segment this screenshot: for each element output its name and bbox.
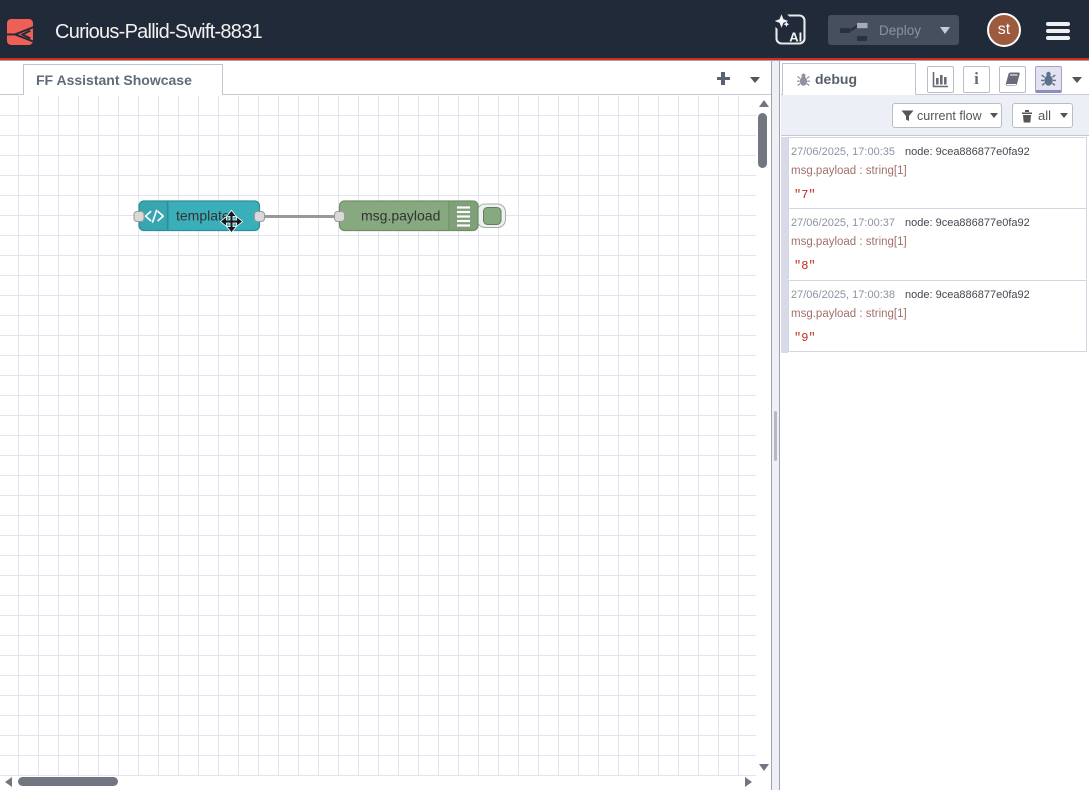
svg-text:AI: AI xyxy=(789,29,802,44)
svg-text:msg.payload: msg.payload xyxy=(361,208,440,224)
